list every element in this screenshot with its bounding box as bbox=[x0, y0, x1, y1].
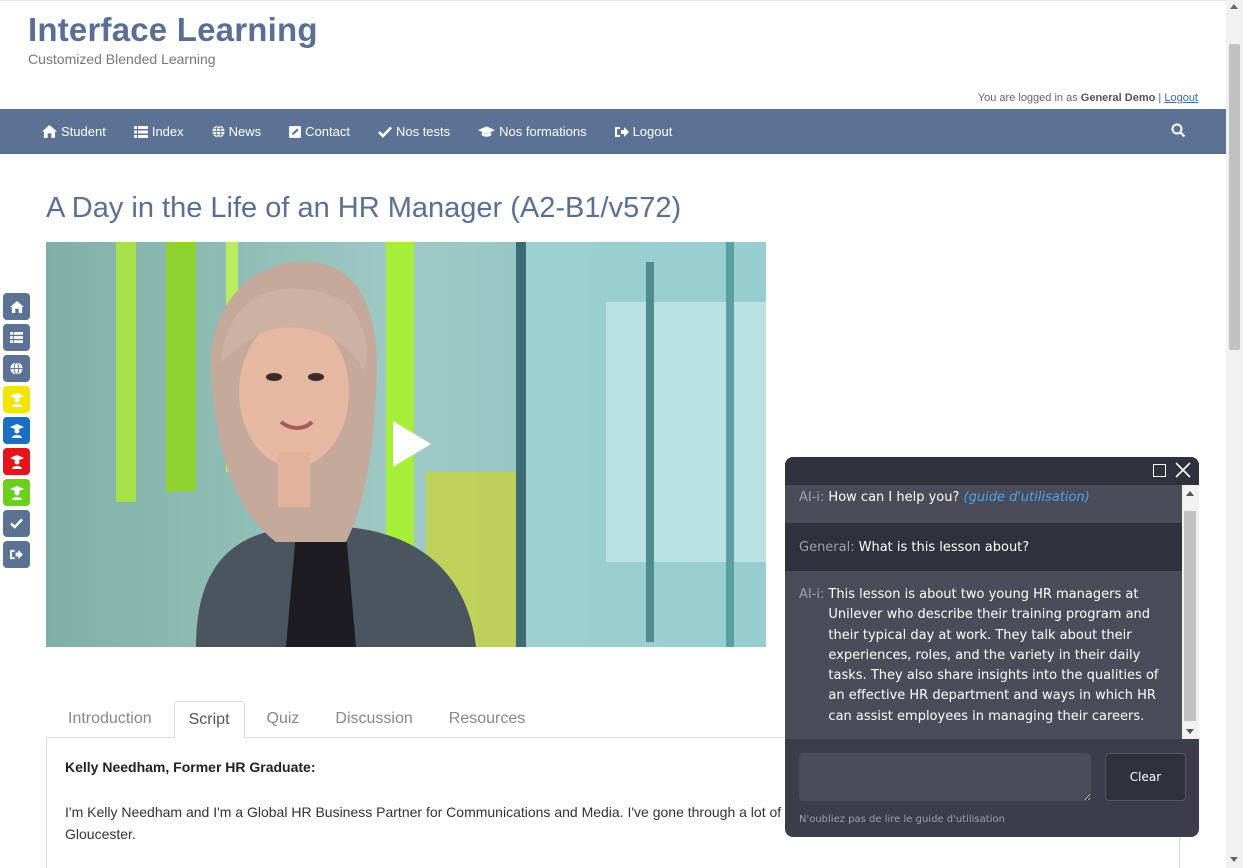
nav-label: Student bbox=[61, 124, 106, 139]
sign-out-icon bbox=[614, 126, 629, 137]
side-index-button[interactable] bbox=[3, 324, 30, 351]
chat-note: N'oubliez pas de lire le guide d'utilisa… bbox=[799, 814, 1005, 825]
home-icon bbox=[42, 125, 57, 138]
logout-link[interactable]: Logout bbox=[1164, 92, 1198, 104]
nav-label: Nos tests bbox=[395, 124, 451, 139]
main-navbar: Student Index News Contact Nos tests Nos… bbox=[0, 109, 1226, 154]
chat-messages: AI-i: How can I help you? (guide d'utili… bbox=[785, 485, 1182, 739]
chat-scrollbar[interactable] bbox=[1182, 485, 1199, 739]
nav-label: Logout bbox=[632, 124, 673, 139]
side-level-yellow-button[interactable] bbox=[3, 386, 30, 413]
nav-item-nos-tests[interactable]: Nos tests bbox=[364, 109, 464, 154]
edit-icon bbox=[289, 125, 302, 138]
side-toolbar bbox=[3, 293, 30, 572]
side-level-blue-button[interactable] bbox=[3, 417, 30, 444]
login-info: You are logged in as General Demo | Logo… bbox=[978, 92, 1198, 104]
guide-link[interactable]: (guide d'utilisation) bbox=[964, 490, 1090, 505]
user-graduate-icon bbox=[9, 454, 24, 469]
lesson-tabs: Introduction Script Quiz Discussion Reso… bbox=[46, 701, 786, 739]
nav-item-logout[interactable]: Logout bbox=[601, 109, 687, 154]
video-player[interactable] bbox=[46, 242, 766, 647]
globe-icon bbox=[212, 125, 225, 138]
user-graduate-icon bbox=[9, 392, 24, 407]
side-level-red-button[interactable] bbox=[3, 448, 30, 475]
chat-message-ai: AI-i: This lesson is about two young HR … bbox=[785, 571, 1182, 739]
tab-discussion[interactable]: Discussion bbox=[321, 701, 426, 738]
check-icon bbox=[378, 126, 392, 138]
chat-header bbox=[785, 457, 1199, 485]
check-icon bbox=[10, 518, 23, 529]
login-prefix: You are logged in as bbox=[977, 92, 1078, 104]
nav-label: Contact bbox=[305, 124, 350, 139]
message-sender: General: bbox=[799, 539, 855, 555]
sign-out-icon bbox=[10, 549, 23, 560]
list-icon bbox=[10, 332, 23, 343]
page-scrollbar[interactable] bbox=[1226, 0, 1243, 868]
user-graduate-icon bbox=[9, 423, 24, 438]
speaker-name: Kelly Needham, Former HR Graduate: bbox=[65, 759, 316, 775]
chat-scroll-thumb[interactable] bbox=[1184, 511, 1196, 721]
chat-scroll-up-icon[interactable] bbox=[1186, 491, 1194, 496]
list-icon bbox=[133, 125, 148, 138]
script-text: I'm Kelly Needham and I'm a Global HR Bu… bbox=[65, 804, 782, 842]
message-text: This lesson is about two young HR manage… bbox=[828, 587, 1159, 724]
nav-item-contact[interactable]: Contact bbox=[275, 109, 364, 154]
side-home-button[interactable] bbox=[3, 293, 30, 320]
login-user: General Demo bbox=[1080, 92, 1156, 104]
maximize-icon[interactable] bbox=[1153, 464, 1166, 477]
nav-item-news[interactable]: News bbox=[198, 109, 276, 154]
nav-label: News bbox=[228, 124, 262, 139]
login-separator: | bbox=[1158, 92, 1162, 104]
message-sender: AI-i: bbox=[799, 490, 825, 505]
site-header: Interface Learning Customized Blended Le… bbox=[0, 0, 1226, 109]
message-text: How can I help you? bbox=[828, 490, 960, 505]
site-subtitle: Customized Blended Learning bbox=[28, 51, 216, 67]
tab-introduction[interactable]: Introduction bbox=[54, 701, 166, 738]
chat-message-user: General: What is this lesson about? bbox=[785, 523, 1182, 571]
side-news-button[interactable] bbox=[3, 355, 30, 382]
page-title: A Day in the Life of an HR Manager (A2-B… bbox=[46, 192, 682, 224]
play-icon[interactable] bbox=[391, 419, 433, 469]
tab-resources[interactable]: Resources bbox=[435, 701, 539, 738]
globe-icon bbox=[10, 362, 23, 375]
scroll-thumb[interactable] bbox=[1229, 44, 1240, 350]
graduation-cap-icon bbox=[478, 125, 496, 137]
chat-message-ai: AI-i: How can I help you? (guide d'utili… bbox=[785, 485, 1182, 523]
search-icon bbox=[1171, 123, 1186, 138]
tab-script[interactable]: Script bbox=[173, 701, 245, 739]
close-icon[interactable] bbox=[1175, 462, 1191, 478]
scroll-down-icon[interactable] bbox=[1230, 857, 1238, 862]
home-icon bbox=[9, 300, 24, 313]
message-sender: AI-i: bbox=[799, 587, 825, 602]
nav-label: Nos formations bbox=[499, 124, 587, 139]
chat-input[interactable] bbox=[799, 753, 1091, 801]
ai-chat-widget: AI-i: How can I help you? (guide d'utili… bbox=[785, 457, 1199, 837]
side-level-green-button[interactable] bbox=[3, 479, 30, 506]
tab-quiz[interactable]: Quiz bbox=[253, 701, 314, 738]
nav-label: Index bbox=[151, 124, 184, 139]
chat-scroll-down-icon[interactable] bbox=[1186, 729, 1194, 734]
scroll-up-icon[interactable] bbox=[1230, 4, 1238, 9]
nav-item-index[interactable]: Index bbox=[120, 109, 198, 154]
user-graduate-icon bbox=[9, 485, 24, 500]
side-logout-button[interactable] bbox=[3, 541, 30, 568]
clear-button[interactable]: Clear bbox=[1105, 753, 1186, 801]
search-button[interactable] bbox=[1171, 123, 1186, 143]
nav-item-student[interactable]: Student bbox=[28, 109, 120, 154]
side-tests-button[interactable] bbox=[3, 510, 30, 537]
message-text: What is this lesson about? bbox=[858, 539, 1030, 555]
site-title[interactable]: Interface Learning bbox=[28, 11, 318, 49]
nav-item-nos-formations[interactable]: Nos formations bbox=[464, 109, 600, 154]
